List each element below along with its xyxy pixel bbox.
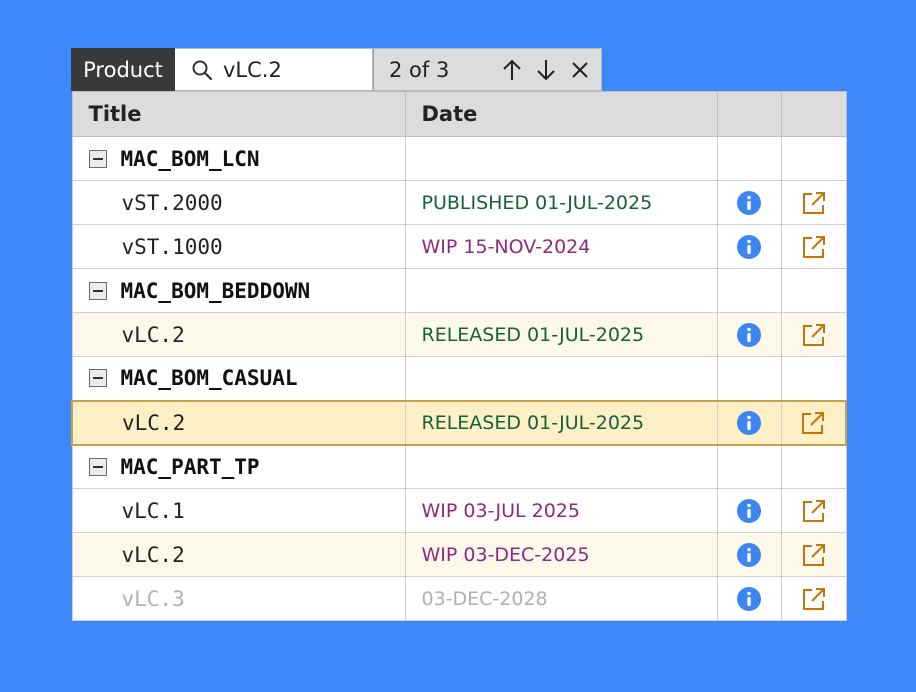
info-icon[interactable] (736, 322, 762, 348)
group-info-cell (716, 136, 782, 181)
group-name: MAC_BOM_CASUAL (120, 366, 298, 391)
date-status-cell: RELEASED 01-JUL-2025 (404, 399, 718, 446)
open-cell (780, 399, 847, 446)
open-external-icon[interactable] (801, 322, 827, 348)
search-icon (192, 60, 213, 80)
group-date-cell (404, 444, 718, 489)
group-name: MAC_BOM_LCN (120, 146, 260, 171)
group-info-cell (716, 268, 782, 313)
collapse-icon[interactable] (88, 457, 107, 476)
version-cell: vST.2000 (71, 180, 406, 225)
version-cell: vLC.2 (71, 399, 406, 446)
date-status-cell: PUBLISHED 01-JUL-2025 (404, 180, 718, 225)
open-external-icon[interactable] (801, 234, 827, 260)
collapse-icon[interactable] (88, 281, 107, 300)
table-row[interactable]: vLC.2 WIP 03-DEC-2025 (71, 532, 847, 577)
table-row[interactable]: vST.1000 WIP 15-NOV-2024 (71, 224, 847, 269)
column-header-info (716, 91, 782, 137)
info-icon[interactable] (736, 234, 762, 260)
table-row[interactable]: vST.2000 PUBLISHED 01-JUL-2025 (71, 180, 847, 225)
info-cell (716, 399, 782, 446)
info-cell (716, 488, 782, 533)
match-navigator: 2 of 3 (373, 48, 602, 91)
open-external-icon[interactable] (800, 410, 826, 436)
group-info-cell (716, 444, 782, 489)
group-row: MAC_BOM_LCN (71, 136, 847, 181)
column-header-open (780, 91, 847, 137)
open-external-icon[interactable] (801, 498, 827, 524)
table-row[interactable]: vLC.2 RELEASED 01-JUL-2025 (71, 312, 847, 357)
column-header-title[interactable]: Title (71, 91, 406, 137)
group-date-cell (404, 356, 718, 401)
open-cell (780, 180, 847, 225)
group-name: MAC_PART_TP (120, 454, 260, 479)
group-info-cell (716, 356, 782, 401)
version-cell: vLC.1 (71, 488, 406, 533)
version-cell: vST.1000 (71, 224, 406, 269)
open-cell (780, 488, 847, 533)
info-cell (716, 180, 782, 225)
group-date-cell (404, 268, 718, 313)
next-match-button[interactable] (534, 58, 558, 82)
info-cell (716, 532, 782, 577)
group-row: MAC_BOM_CASUAL (71, 356, 847, 401)
open-external-icon[interactable] (801, 586, 827, 612)
info-icon[interactable] (736, 190, 762, 216)
table-row[interactable]: vLC.3 03-DEC-2028 (71, 576, 847, 621)
group-title-cell: MAC_BOM_BEDDOWN (71, 268, 406, 313)
open-external-icon[interactable] (801, 542, 827, 568)
date-status-cell: RELEASED 01-JUL-2025 (404, 312, 718, 357)
group-open-cell (780, 444, 847, 489)
product-table: Title Date MAC_BOM_LCN vST.2000 PUBLISHED … (71, 91, 847, 621)
group-title-cell: MAC_BOM_CASUAL (71, 356, 406, 401)
search-field[interactable] (175, 48, 373, 91)
version-cell: vLC.3 (71, 576, 406, 621)
group-row: MAC_BOM_BEDDOWN (71, 268, 847, 313)
version-cell: vLC.2 (71, 532, 406, 577)
collapse-icon[interactable] (88, 149, 107, 168)
group-title-cell: MAC_BOM_LCN (71, 136, 406, 181)
group-open-cell (780, 268, 847, 313)
open-cell (780, 532, 847, 577)
info-icon[interactable] (736, 410, 762, 436)
close-icon (572, 62, 588, 78)
column-header-date[interactable]: Date (404, 91, 718, 137)
open-cell (780, 576, 847, 621)
group-open-cell (780, 136, 847, 181)
info-icon[interactable] (736, 586, 762, 612)
date-status-cell: WIP 15-NOV-2024 (404, 224, 718, 269)
match-count: 2 of 3 (389, 57, 450, 82)
previous-match-button[interactable] (500, 58, 524, 82)
arrow-up-icon (503, 59, 521, 80)
collapse-icon[interactable] (88, 369, 107, 388)
info-cell (716, 312, 782, 357)
group-title-cell: MAC_PART_TP (71, 444, 406, 489)
table-row[interactable]: vLC.1 WIP 03-JUL 2025 (71, 488, 847, 533)
arrow-down-icon (537, 60, 555, 81)
header-row: Title Date (71, 91, 847, 137)
group-name: MAC_BOM_BEDDOWN (120, 278, 311, 303)
info-cell (716, 576, 782, 621)
open-cell (780, 224, 847, 269)
info-cell (716, 224, 782, 269)
close-search-button[interactable] (568, 58, 592, 82)
group-row: MAC_PART_TP (71, 444, 847, 489)
find-bar: Product 2 of 3 (71, 48, 602, 91)
date-status-cell: 03-DEC-2028 (404, 576, 718, 621)
info-icon[interactable] (736, 498, 762, 524)
date-status-cell: WIP 03-JUL 2025 (404, 488, 718, 533)
group-date-cell (404, 136, 718, 181)
info-icon[interactable] (736, 542, 762, 568)
version-cell: vLC.2 (71, 312, 406, 357)
group-open-cell (780, 356, 847, 401)
scope-label: Product (71, 48, 175, 91)
date-status-cell: WIP 03-DEC-2025 (404, 532, 718, 577)
table-row-current-match[interactable]: vLC.2 RELEASED 01-JUL-2025 (71, 399, 847, 446)
search-input[interactable] (223, 57, 353, 82)
open-cell (780, 312, 847, 357)
open-external-icon[interactable] (801, 190, 827, 216)
